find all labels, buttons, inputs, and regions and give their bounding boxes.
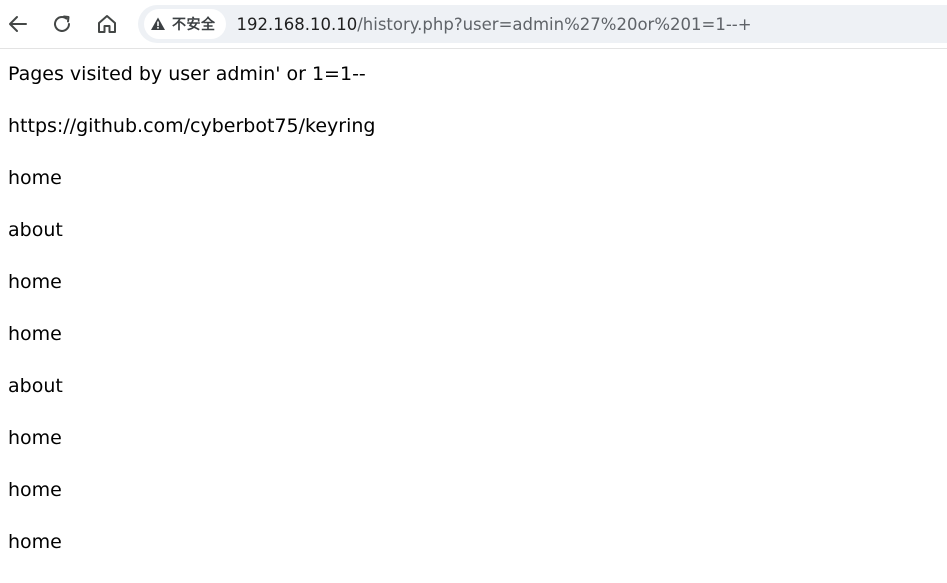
url-path: /history.php?user=admin%27%20or%201=1--+ — [357, 14, 752, 34]
back-arrow-icon — [9, 16, 27, 32]
browser-toolbar: 不安全 192.168.10.10/history.php?user=admin… — [0, 0, 947, 49]
history-entry: home — [8, 427, 62, 449]
history-entry: https://github.com/cyberbot75/keyring — [8, 115, 376, 137]
url-host: 192.168.10.10 — [236, 14, 358, 34]
security-indicator[interactable]: 不安全 — [144, 9, 226, 39]
page-content: Pages visited by user admin' or 1=1-- ht… — [8, 48, 947, 568]
url-text[interactable]: 192.168.10.10/history.php?user=admin%27%… — [237, 15, 752, 34]
history-entry: home — [8, 323, 62, 345]
warning-triangle-icon — [150, 16, 166, 32]
history-entry: home — [8, 167, 62, 189]
history-entry: home — [8, 479, 62, 501]
address-bar[interactable]: 不安全 192.168.10.10/history.php?user=admin… — [138, 5, 947, 43]
history-entry: home — [8, 271, 62, 293]
history-entry: about — [8, 375, 63, 397]
home-button[interactable] — [92, 9, 122, 39]
back-button[interactable] — [3, 9, 33, 39]
reload-button[interactable] — [47, 9, 77, 39]
page-heading: Pages visited by user admin' or 1=1-- — [8, 63, 366, 85]
history-entry: home — [8, 531, 62, 553]
security-label: 不安全 — [172, 17, 216, 33]
reload-icon — [54, 15, 70, 32]
home-icon — [98, 15, 116, 33]
history-entry: about — [8, 219, 63, 241]
